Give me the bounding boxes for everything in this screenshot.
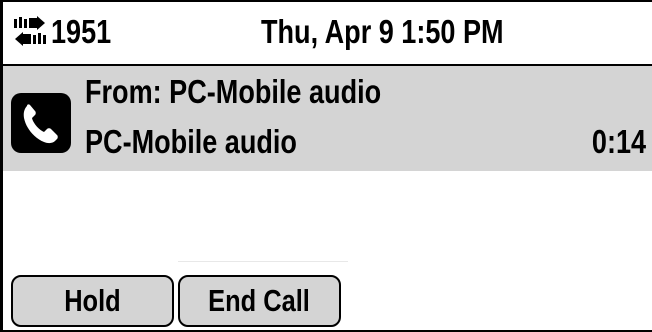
caller-from-label: From: PC-Mobile audio bbox=[85, 73, 382, 110]
line-transfer-icon bbox=[14, 16, 46, 46]
end-call-button-label: End Call bbox=[208, 283, 311, 318]
hold-button-label: Hold bbox=[64, 283, 121, 318]
status-bar: 1951 Thu, Apr 9 1:50 PM bbox=[3, 2, 652, 62]
softkey-divider bbox=[178, 261, 348, 262]
caller-name: PC-Mobile audio bbox=[85, 123, 297, 160]
extension-number: 1951 bbox=[51, 13, 112, 50]
handset-icon bbox=[11, 93, 71, 153]
date-time: Thu, Apr 9 1:50 PM bbox=[261, 13, 504, 50]
active-call-panel[interactable]: From: PC-Mobile audio PC-Mobile audio 0:… bbox=[3, 64, 652, 171]
hold-button[interactable]: Hold bbox=[11, 275, 174, 327]
call-duration: 0:14 bbox=[591, 123, 646, 160]
end-call-button[interactable]: End Call bbox=[178, 275, 341, 327]
phone-screen: 1951 Thu, Apr 9 1:50 PM From: PC-Mobile … bbox=[0, 0, 652, 332]
